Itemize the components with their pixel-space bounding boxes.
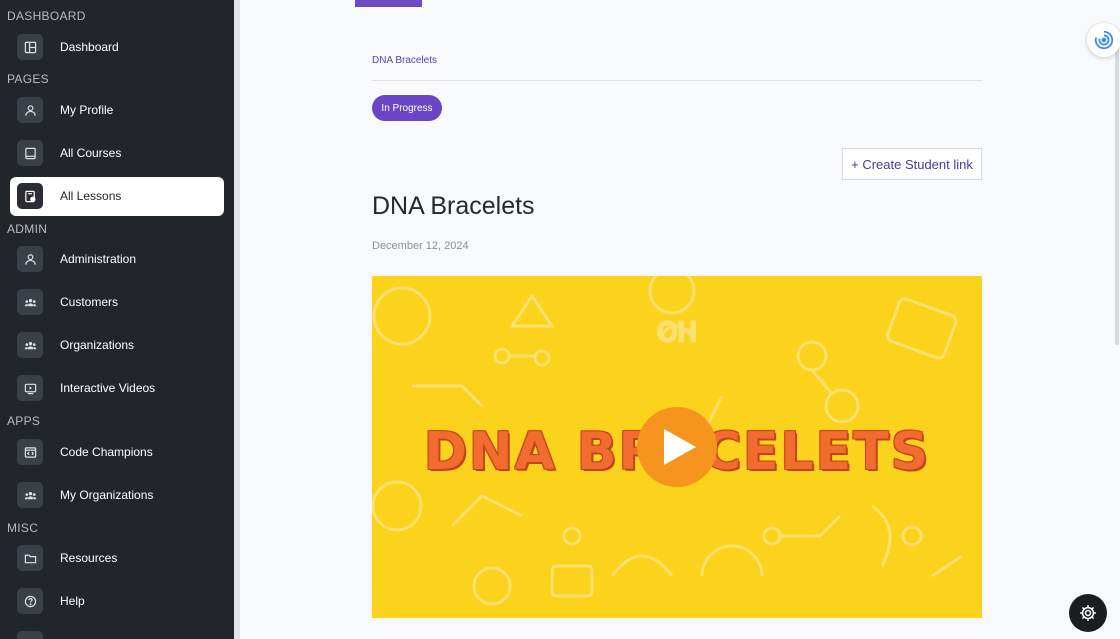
scrollbar-thumb[interactable] xyxy=(1115,30,1119,345)
divider xyxy=(372,80,982,81)
sidebar-item-label: Interactive Videos xyxy=(60,381,156,395)
sidebar-item-label: My Profile xyxy=(60,103,114,117)
sidebar: DASHBOARD Dashboard PAGES My Profile All… xyxy=(0,0,234,639)
sidebar-item-label: Help xyxy=(60,594,85,608)
code-icon xyxy=(17,439,43,465)
person-icon xyxy=(17,246,43,272)
svg-text:OH: OH xyxy=(657,318,697,348)
gear-icon xyxy=(1080,605,1096,621)
section-label-apps: APPS xyxy=(7,414,41,428)
section-label-misc: MISC xyxy=(7,521,39,535)
sidebar-item-code-champions[interactable]: Code Champions xyxy=(10,433,224,472)
sidebar-item-label: Resources xyxy=(60,551,118,565)
section-label-pages: PAGES xyxy=(7,72,49,86)
sidebar-item-resources[interactable]: Resources xyxy=(10,539,224,578)
help-icon xyxy=(17,588,43,614)
sidebar-item-label: Customers xyxy=(60,295,119,309)
group-icon xyxy=(17,289,43,315)
lesson-icon xyxy=(17,183,43,209)
play-button[interactable] xyxy=(637,407,717,487)
lesson-date: December 12, 2024 xyxy=(372,240,469,252)
sidebar-item-label: Dashboard xyxy=(60,40,119,54)
top-tab-indicator xyxy=(355,0,422,7)
settings-button[interactable] xyxy=(1069,594,1107,632)
sidebar-item-interactive-videos[interactable]: Interactive Videos xyxy=(10,369,224,408)
section-label-admin: ADMIN xyxy=(7,222,48,236)
breadcrumb[interactable]: DNA Bracelets xyxy=(372,55,437,66)
video-icon xyxy=(17,375,43,401)
sidebar-divider xyxy=(234,0,240,639)
person-icon xyxy=(17,97,43,123)
sidebar-item-partial[interactable] xyxy=(10,625,224,639)
sidebar-item-label: Administration xyxy=(60,252,137,266)
folder-icon xyxy=(17,545,43,571)
sidebar-item-dashboard[interactable]: Dashboard xyxy=(10,28,224,67)
sidebar-item-my-profile[interactable]: My Profile xyxy=(10,91,224,130)
play-icon xyxy=(664,429,696,465)
video-player[interactable]: OH DNA BRACELETS xyxy=(372,276,982,618)
create-student-link-button[interactable]: + Create Student link xyxy=(842,148,982,180)
sidebar-item-label: Code Champions xyxy=(60,445,153,459)
partial-icon xyxy=(17,631,43,639)
swirl-icon xyxy=(1094,30,1114,50)
status-badge: In Progress xyxy=(372,95,442,121)
assistant-button[interactable] xyxy=(1087,23,1120,57)
sidebar-item-customers[interactable]: Customers xyxy=(10,283,224,322)
sidebar-item-label: My Organizations xyxy=(60,488,154,502)
sidebar-item-administration[interactable]: Administration xyxy=(10,240,224,279)
sidebar-item-organizations[interactable]: Organizations xyxy=(10,326,224,365)
sidebar-item-all-lessons[interactable]: All Lessons xyxy=(10,177,224,216)
page-title: DNA Bracelets xyxy=(372,192,535,220)
group-icon xyxy=(17,482,43,508)
group-icon xyxy=(17,332,43,358)
sidebar-item-label: All Lessons xyxy=(60,189,122,203)
dashboard-icon xyxy=(17,34,43,60)
sidebar-item-label: Organizations xyxy=(60,338,135,352)
section-label-dashboard: DASHBOARD xyxy=(7,9,86,23)
sidebar-item-all-courses[interactable]: All Courses xyxy=(10,134,224,173)
sidebar-item-help[interactable]: Help xyxy=(10,582,224,621)
sidebar-item-label: All Courses xyxy=(60,146,122,160)
sidebar-item-my-organizations[interactable]: My Organizations xyxy=(10,476,224,515)
book-icon xyxy=(17,140,43,166)
